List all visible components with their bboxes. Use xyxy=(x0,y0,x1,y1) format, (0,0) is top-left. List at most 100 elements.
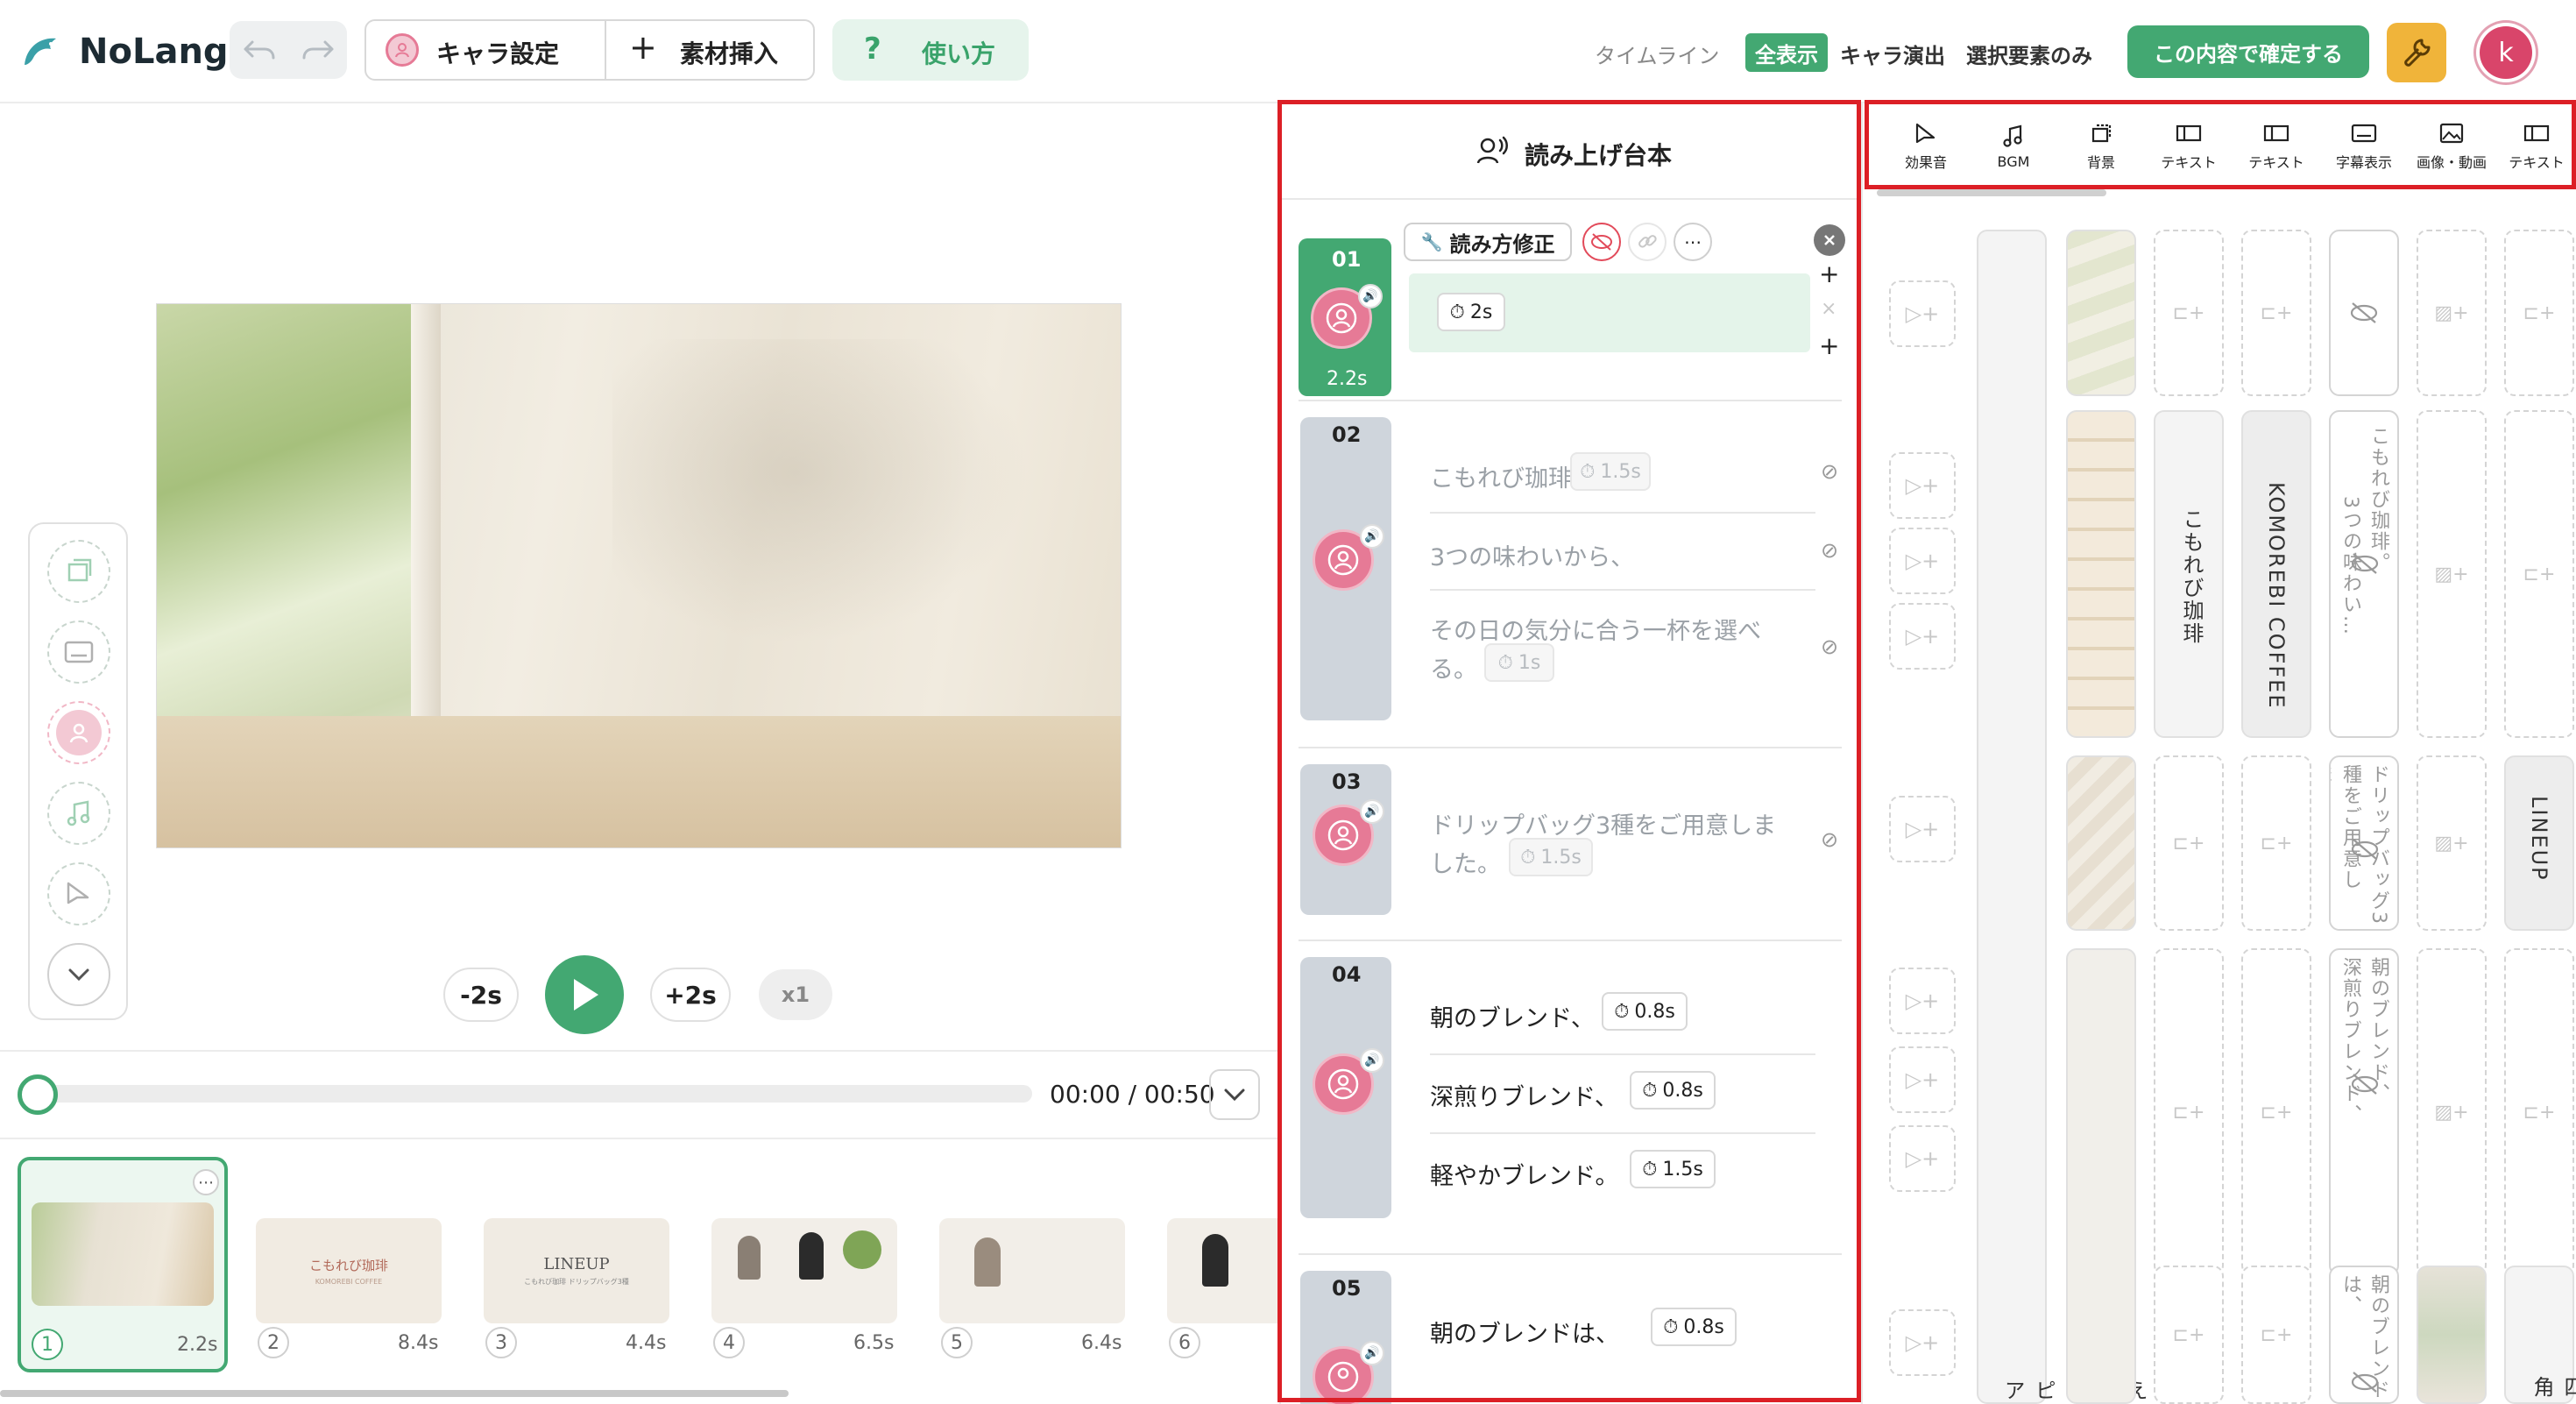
add-image-icon: ▨+ xyxy=(2434,301,2469,324)
divider-bottom xyxy=(0,1138,1279,1139)
confirm-button[interactable]: この内容で確定する xyxy=(2127,25,2369,78)
filter-selected-button[interactable]: 選択要素のみ xyxy=(1966,39,2092,69)
speed-button[interactable]: x1 xyxy=(759,969,832,1020)
scene-thumb-4[interactable]: 4 6.5s xyxy=(708,1160,901,1371)
sfx-slot[interactable]: ▷+ xyxy=(1889,1309,1956,1376)
bg-clip-4[interactable] xyxy=(2066,948,2136,1404)
bgm-clip[interactable]: かえるのピア xyxy=(1977,230,2178,1404)
thumb-duration: 8.4s xyxy=(398,1332,439,1354)
text-slot[interactable]: ⊏+ xyxy=(2241,230,2311,396)
add-text-icon: ⊏+ xyxy=(2172,301,2205,324)
text-clip[interactable]: LINEUP xyxy=(2504,755,2574,931)
sfx-slot[interactable]: ▷+ xyxy=(1889,1125,1956,1192)
text-clip[interactable]: こもれび珈琲 xyxy=(2154,410,2224,738)
sfx-slot[interactable]: ▷+ xyxy=(1889,1046,1956,1113)
thumb-figure xyxy=(974,1237,1001,1287)
progress-thumb[interactable] xyxy=(18,1074,58,1115)
character-tool-button[interactable] xyxy=(47,701,110,764)
bg-clip-2[interactable] xyxy=(2066,410,2136,738)
image-clip[interactable] xyxy=(2417,1266,2487,1404)
text-slot[interactable]: ⊏+ xyxy=(2241,948,2311,1276)
text-slot[interactable]: ⊏+ xyxy=(2154,948,2224,1276)
add-sfx-icon: ▷+ xyxy=(1905,1067,1940,1092)
text-slot[interactable]: ⊏+ xyxy=(2154,755,2224,931)
subtitle-clip[interactable]: こもれび珈琲。 3つの味わい… xyxy=(2329,410,2399,738)
text-slot[interactable]: ⊏+ xyxy=(2241,755,2311,931)
text-clip[interactable]: 四角 xyxy=(2504,1266,2576,1404)
sfx-slot[interactable]: ▷+ xyxy=(1889,968,1956,1034)
scene-thumb-5[interactable]: 5 6.4s xyxy=(936,1160,1129,1371)
subtitle-tool-button[interactable] xyxy=(47,620,110,684)
collapse-tools-button[interactable] xyxy=(47,943,110,1006)
user-avatar[interactable]: k xyxy=(2480,26,2532,79)
video-preview[interactable] xyxy=(156,303,1122,848)
redo-button[interactable] xyxy=(288,21,347,79)
add-image-icon: ▨+ xyxy=(2434,563,2469,585)
subtitle-clip[interactable]: 朝のブレンド、 深煎りブレンド、 xyxy=(2329,948,2399,1276)
subtitle-text: こもれび珈琲。 xyxy=(2367,426,2389,573)
text-slot[interactable]: ⊏+ xyxy=(2504,948,2574,1276)
scene-thumb-1[interactable]: ⋯ 1 2.2s xyxy=(18,1157,228,1372)
text-clip-label: こもれび珈琲 xyxy=(2179,508,2204,645)
text-slot[interactable]: ⊏+ xyxy=(2504,410,2574,738)
text-slot[interactable]: ⊏+ xyxy=(2504,230,2574,396)
subtitle-clip[interactable]: 朝のブレンドは、 xyxy=(2329,1266,2399,1404)
bg-clip-3[interactable] xyxy=(2066,755,2136,931)
scene-thumb-3[interactable]: LINEUP こもれび珈琲 ドリップバッグ3種 3 4.4s xyxy=(480,1160,673,1371)
logo[interactable]: NoLang xyxy=(19,26,230,79)
sfx-slot[interactable]: ▷+ xyxy=(1889,452,1956,519)
insert-material-button[interactable]: + 素材挿入 xyxy=(606,21,815,79)
app-name: NoLang xyxy=(79,32,229,72)
timeline-label: タイムライン xyxy=(1595,44,1720,68)
music-tool-button[interactable] xyxy=(47,782,110,845)
progress-track[interactable] xyxy=(39,1085,1032,1103)
text-slot[interactable]: ⊏+ xyxy=(2154,230,2224,396)
thumb-image xyxy=(1167,1218,1279,1323)
layout-tool-button[interactable] xyxy=(47,540,110,603)
sfx-slot[interactable]: ▷+ xyxy=(1889,280,1956,347)
eye-off-icon xyxy=(2351,553,2379,574)
char-settings-button[interactable]: キャラ設定 xyxy=(366,21,606,79)
thumb-image xyxy=(939,1218,1125,1323)
scene-thumb-2[interactable]: こもれび珈琲 KOMOREBI COFFEE 2 8.4s xyxy=(252,1160,445,1371)
text-slot[interactable]: ⊏+ xyxy=(2241,1266,2311,1404)
divider-top xyxy=(0,1050,1279,1052)
time-display: 00:00 / 00:50 xyxy=(1050,1080,1215,1109)
text-slot[interactable]: ⊏+ xyxy=(2154,1266,2224,1404)
sfx-slot[interactable]: ▷+ xyxy=(1889,603,1956,670)
sfx-slot[interactable]: ▷+ xyxy=(1889,528,1956,594)
undo-button[interactable] xyxy=(230,21,288,79)
filter-all-button[interactable]: 全表示 xyxy=(1745,33,1828,72)
subtitle-clip[interactable]: ドリップバッグ3種をご用意しま… xyxy=(2329,755,2399,931)
filter-all-label: 全表示 xyxy=(1755,42,1818,67)
timeline-h-scrollbar[interactable] xyxy=(1877,189,2106,196)
settings-wrench-button[interactable] xyxy=(2387,23,2446,82)
highlight-timeline-tabs xyxy=(1865,100,2576,189)
timeline-expand-button[interactable] xyxy=(1209,1069,1260,1120)
thumb-caption: LINEUP xyxy=(543,1255,610,1273)
eye-off-icon xyxy=(2351,1074,2379,1095)
rewind-2s-button[interactable]: -2s xyxy=(443,968,519,1022)
play-button[interactable] xyxy=(545,955,624,1034)
thumb-plant xyxy=(843,1230,881,1269)
thumb-duration: 6.5s xyxy=(853,1332,895,1354)
thumb-scrollbar[interactable] xyxy=(0,1390,789,1397)
subtitle-slot[interactable] xyxy=(2329,230,2399,396)
scene-thumb-6[interactable]: 6 xyxy=(1164,1160,1279,1371)
image-slot[interactable]: ▨+ xyxy=(2417,948,2487,1276)
bg-clip-1[interactable] xyxy=(2066,230,2136,396)
sound-effect-tool-button[interactable] xyxy=(47,862,110,925)
how-to-use-button[interactable]: ? 使い方 xyxy=(832,19,1029,81)
image-slot[interactable]: ▨+ xyxy=(2417,755,2487,931)
image-slot[interactable]: ▨+ xyxy=(2417,230,2487,396)
thumb-menu-button[interactable]: ⋯ xyxy=(193,1169,219,1195)
text-clip[interactable]: KOMOREBI COFFEE xyxy=(2241,410,2311,738)
thumb-num: 5 xyxy=(941,1327,973,1358)
image-slot[interactable]: ▨+ xyxy=(2417,410,2487,738)
filter-char-button[interactable]: キャラ演出 xyxy=(1840,39,1945,69)
forward-2s-button[interactable]: +2s xyxy=(650,968,731,1022)
add-image-icon: ▨+ xyxy=(2434,1101,2469,1124)
thumb-figure xyxy=(1202,1234,1228,1287)
sfx-slot[interactable]: ▷+ xyxy=(1889,796,1956,862)
add-text-icon: ⊏+ xyxy=(2260,1101,2293,1124)
